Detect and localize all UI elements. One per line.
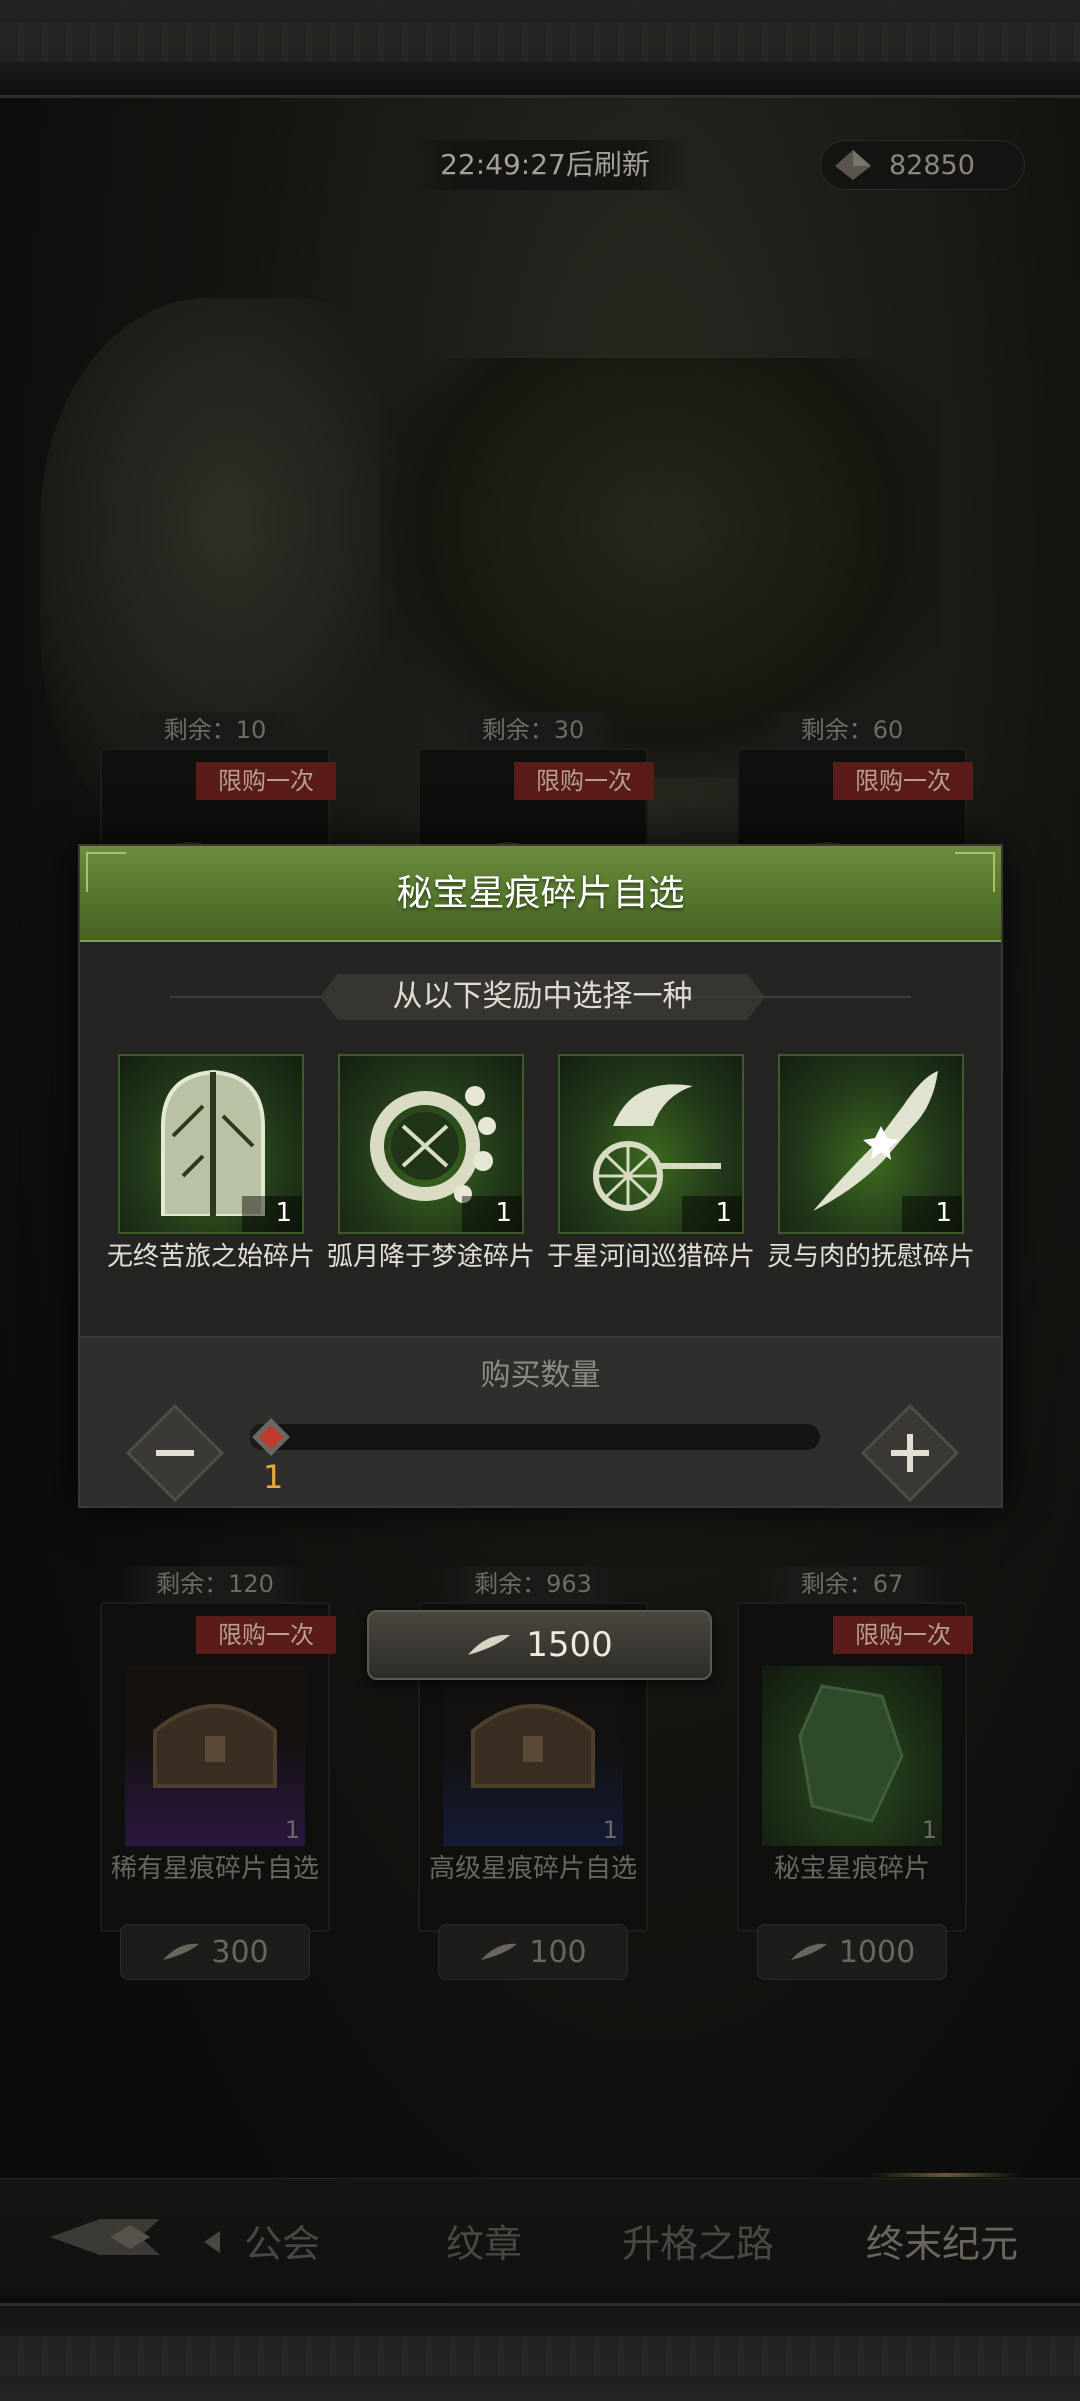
limit-tag: 限购一次 xyxy=(196,762,336,800)
quantity-label: 购买数量 xyxy=(480,1358,601,1393)
selection-dialog: 秘宝星痕碎片自选 从以下奖励中选择一种 1 无终苦旅之始碎片 1 弧月降于梦途碎… xyxy=(78,844,1003,1508)
tab-final-era[interactable]: 终末纪元 xyxy=(866,2213,1018,2268)
purchase-button[interactable]: 1500 xyxy=(367,1610,712,1680)
price-button[interactable]: 300 xyxy=(120,1924,310,1980)
treasure-chest-icon xyxy=(153,1704,277,1788)
quantity-slider[interactable] xyxy=(250,1418,820,1456)
price-amount: 300 xyxy=(211,1934,269,1970)
dialog-title: 秘宝星痕碎片自选 xyxy=(396,873,685,914)
feather-blade-icon xyxy=(813,1071,938,1211)
winged-chariot-icon xyxy=(593,1084,721,1211)
item-thumbnail xyxy=(125,1666,305,1846)
chevron-left-icon[interactable] xyxy=(200,2229,222,2255)
reward-name: 灵与肉的抚慰碎片 xyxy=(766,1242,975,1272)
remaining-count: 剩余：120 xyxy=(120,1566,310,1602)
currency-display[interactable]: 82850 xyxy=(820,140,1025,190)
item-quantity: 1 xyxy=(284,1816,300,1844)
remaining-count: 剩余：963 xyxy=(438,1566,628,1602)
shop-item-card[interactable]: 剩余：67 限购一次 1 秘宝星痕碎片 1000 xyxy=(737,1566,973,1980)
reward-quantity: 1 xyxy=(495,1198,512,1228)
limit-tag: 限购一次 xyxy=(514,762,654,800)
item-name: 稀有星痕碎片自选 xyxy=(110,1854,319,1884)
dialog-header: 秘宝星痕碎片自选 xyxy=(80,846,1001,942)
remaining-count: 剩余：30 xyxy=(438,712,628,748)
limit-tag: 限购一次 xyxy=(196,1616,336,1654)
back-button[interactable] xyxy=(40,2207,190,2267)
reward-name: 无终苦旅之始碎片 xyxy=(106,1242,315,1272)
reward-name: 于星河间巡猎碎片 xyxy=(546,1242,755,1272)
price-button[interactable]: 100 xyxy=(438,1924,628,1980)
reward-option[interactable]: 1 灵与肉的抚慰碎片 xyxy=(767,1054,975,1272)
green-crystal-shard-icon xyxy=(798,1684,904,1823)
stained-glass-door-icon xyxy=(161,1069,265,1216)
quantity-section: 购买数量 1 xyxy=(80,1336,1001,1506)
tab-guild[interactable]: 公会 xyxy=(244,2213,320,2268)
slider-handle[interactable] xyxy=(250,1416,292,1458)
feather-currency-icon xyxy=(468,1634,511,1655)
bottom-frame xyxy=(0,2303,1080,2401)
crystal-currency-icon xyxy=(835,150,871,180)
refresh-timer: 22:49:27后刷新 xyxy=(400,140,690,190)
limit-tag: 限购一次 xyxy=(833,762,973,800)
treasure-chest-icon xyxy=(471,1704,595,1788)
price-amount: 100 xyxy=(529,1934,587,1970)
remaining-count: 剩余：67 xyxy=(757,1566,947,1602)
reward-quantity: 1 xyxy=(715,1198,732,1228)
tab-ascension[interactable]: 升格之路 xyxy=(622,2213,774,2268)
item-name: 高级星痕碎片自选 xyxy=(428,1854,637,1884)
purchase-price: 1500 xyxy=(526,1625,613,1665)
reward-quantity: 1 xyxy=(935,1198,952,1228)
item-quantity: 1 xyxy=(921,1816,937,1844)
remaining-count: 剩余：60 xyxy=(757,712,947,748)
reward-option[interactable]: 1 无终苦旅之始碎片 xyxy=(107,1054,315,1272)
remaining-count: 剩余：10 xyxy=(120,712,310,748)
feather-currency-icon xyxy=(790,1943,827,1960)
top-frame xyxy=(0,0,1080,98)
price-amount: 1000 xyxy=(838,1934,916,1970)
bottom-nav: 公会 纹章 升格之路 终末纪元 xyxy=(0,2173,1080,2298)
item-thumbnail xyxy=(762,1666,942,1846)
price-button[interactable]: 1000 xyxy=(757,1924,947,1980)
limit-tag: 限购一次 xyxy=(833,1616,973,1654)
reward-name: 弧月降于梦途碎片 xyxy=(326,1242,535,1272)
dialog-subtitle-row: 从以下奖励中选择一种 xyxy=(80,974,1001,1020)
item-name: 秘宝星痕碎片 xyxy=(773,1854,930,1884)
feather-currency-icon xyxy=(163,1943,200,1960)
tab-emblem[interactable]: 纹章 xyxy=(446,2213,522,2268)
crescent-moon-wreath-icon xyxy=(370,1086,496,1203)
shop-item-card[interactable]: 剩余：120 限购一次 1 稀有星痕碎片自选 300 xyxy=(100,1566,336,1980)
currency-amount: 82850 xyxy=(889,149,975,181)
reward-option[interactable]: 1 弧月降于梦途碎片 xyxy=(327,1054,535,1272)
feather-currency-icon xyxy=(481,1943,518,1960)
item-thumbnail xyxy=(443,1666,623,1846)
quantity-value: 1 xyxy=(263,1458,284,1496)
reward-option[interactable]: 1 于星河间巡猎碎片 xyxy=(547,1054,755,1272)
active-tab-indicator xyxy=(870,2173,1020,2177)
item-quantity: 1 xyxy=(602,1816,618,1844)
increase-button[interactable] xyxy=(855,1398,965,1508)
decrease-button[interactable] xyxy=(120,1398,230,1508)
reward-quantity: 1 xyxy=(275,1198,292,1228)
